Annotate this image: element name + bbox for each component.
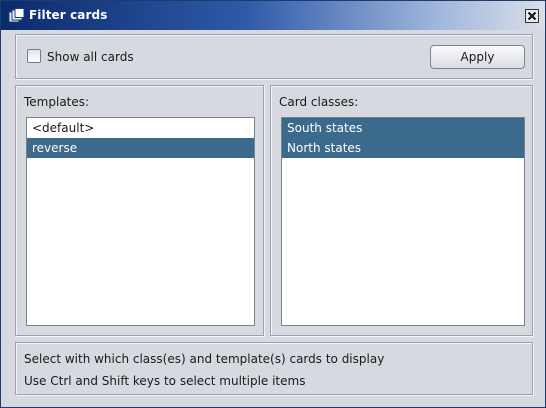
templates-list-item[interactable]: reverse (27, 138, 254, 158)
templates-label: Templates: (24, 95, 90, 109)
filter-cards-dialog: Filter cards Show all cards Apply Templa… (0, 0, 546, 408)
card-classes-list-item[interactable]: South states (282, 118, 524, 138)
info-text-keys: Use Ctrl and Shift keys to select multip… (24, 374, 306, 388)
templates-list-item[interactable]: <default> (27, 118, 254, 138)
close-button[interactable] (525, 9, 539, 23)
close-icon (527, 11, 537, 21)
templates-panel: Templates: <default> reverse (15, 85, 264, 336)
card-classes-panel: Card classes: South states North states (270, 85, 533, 336)
info-text-selection: Select with which class(es) and template… (24, 352, 385, 366)
show-all-cards-label[interactable]: Show all cards (47, 50, 134, 64)
options-panel: Show all cards Apply (15, 34, 533, 79)
templates-list[interactable]: <default> reverse (26, 117, 255, 326)
card-classes-list[interactable]: South states North states (281, 117, 525, 326)
cards-icon (8, 8, 25, 23)
card-classes-list-item[interactable]: North states (282, 138, 524, 158)
title-bar[interactable]: Filter cards (1, 1, 545, 30)
apply-button[interactable]: Apply (430, 45, 525, 69)
show-all-cards-checkbox[interactable] (27, 49, 41, 63)
card-classes-label: Card classes: (279, 95, 359, 109)
window-title: Filter cards (29, 8, 108, 22)
info-panel: Select with which class(es) and template… (15, 342, 533, 395)
